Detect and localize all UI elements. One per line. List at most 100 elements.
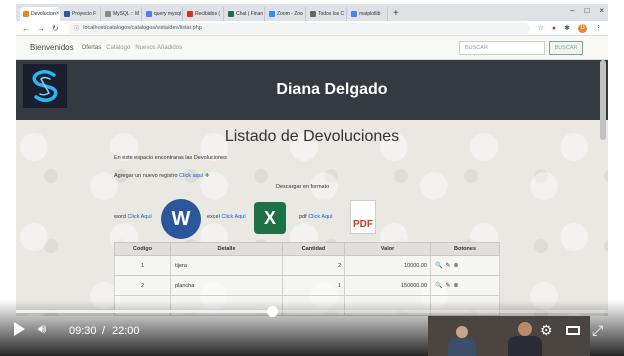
url-text: localhost/catalogos/catalogos/vista/dev/…	[83, 25, 202, 31]
header-botones: Botones	[430, 242, 500, 256]
tab-favicon	[105, 11, 111, 17]
header-valor: Valor	[344, 242, 431, 256]
word-download: word Click Aquí	[114, 214, 152, 220]
nav-nuevos[interactable]: Nuevos Añadidos	[135, 45, 182, 51]
delete-icon[interactable]: ⊗	[454, 283, 459, 289]
close-icon[interactable]: ×	[56, 11, 60, 17]
tab-recibidos[interactable]: Recibidos (	[184, 7, 224, 21]
search-icon[interactable]: 🔍	[435, 283, 442, 289]
table-row: 2 plancha 1 150000.00 🔍 ✎ ⊗	[114, 275, 500, 296]
new-tab-button[interactable]: +	[393, 7, 399, 21]
delete-icon[interactable]: ⊗	[454, 263, 459, 269]
nav-ofertas[interactable]: Ofertas	[82, 45, 102, 51]
tab-chat[interactable]: Chat | Finan	[225, 7, 265, 21]
avatar[interactable]: D	[578, 23, 587, 33]
tab-proyecto[interactable]: Proyecto F	[61, 7, 101, 21]
current-time: 09:30	[69, 325, 97, 337]
header-cantidad: Cantidad	[282, 242, 345, 256]
cell-codigo: 1	[114, 255, 171, 276]
tab-zoom[interactable]: Zoom - Zoo	[266, 7, 306, 21]
person-left-body	[448, 338, 476, 356]
progress-bar[interactable]	[16, 306, 608, 317]
pdf-download: pdf Click Aquí	[299, 214, 333, 220]
tab-mysql[interactable]: MySQL :: M	[102, 7, 142, 21]
plus-icon[interactable]: ✚	[205, 173, 210, 179]
address-bar: ← → ↻ ⓘ localhost/catalogos/catalogos/vis…	[16, 21, 608, 36]
person-right-head	[518, 322, 532, 336]
tab-favicon	[269, 11, 275, 17]
page-scrollbar[interactable]	[600, 60, 606, 140]
excel-label: excel	[207, 214, 220, 220]
header-banner: Diana Delgado	[16, 60, 608, 120]
cell-codigo: 2	[114, 275, 171, 296]
duration: 22:00	[112, 325, 140, 337]
minimize-icon[interactable]: –	[570, 4, 574, 18]
tab-favicon	[23, 11, 29, 17]
excel-download: excel Click Aquí	[207, 214, 246, 220]
url-field[interactable]: ⓘ localhost/catalogos/catalogos/vista/dev…	[67, 22, 530, 34]
cell-detalle: tijera	[170, 255, 283, 276]
settings-gear-icon[interactable]: ⚙	[540, 322, 553, 338]
tab-label: MySQL :: M	[113, 11, 140, 17]
cell-actions: 🔍 ✎ ⊗	[430, 275, 500, 296]
screen: Devolucion × Proyecto F MySQL :: M query …	[0, 0, 624, 356]
word-icon[interactable]: W	[161, 199, 201, 239]
tab-devolucion[interactable]: Devolucion ×	[20, 7, 60, 21]
tab-todos[interactable]: Todos los C	[307, 7, 347, 21]
person-right-body	[508, 336, 542, 356]
tab-label: Recibidos (	[195, 11, 221, 17]
play-button[interactable]	[14, 322, 25, 336]
header-codigo: Codigo	[114, 242, 171, 256]
excel-icon[interactable]: X	[254, 202, 286, 234]
table-row: 1 tijera 2 10000.00 🔍 ✎ ⊗	[114, 255, 500, 276]
tab-favicon	[146, 11, 152, 17]
cell-cantidad: 1	[282, 275, 345, 296]
page-title: Listado de Devoluciones	[224, 128, 400, 145]
add-record-label: Agregar un nuevo registro	[114, 173, 178, 179]
puzzle-icon[interactable]: ✱	[564, 24, 570, 32]
edit-icon[interactable]: ✎	[445, 263, 450, 269]
brand-link[interactable]: Bienvenidos	[30, 43, 74, 52]
header-detalle: Detalle	[170, 242, 283, 256]
cell-actions: 🔍 ✎ ⊗	[430, 255, 500, 276]
intro-text: En este espacio encontraras las Devoluci…	[114, 155, 227, 161]
back-icon[interactable]: ←	[22, 24, 30, 33]
pdf-icon[interactable]: PDF	[350, 200, 376, 234]
edit-icon[interactable]: ✎	[445, 283, 450, 289]
pdf-label: pdf	[299, 214, 307, 220]
download-title: Descargar en formato	[276, 184, 330, 190]
cell-cantidad: 2	[282, 255, 345, 276]
volume-icon[interactable]: 🔊︎	[38, 322, 46, 336]
search-button[interactable]: BUSCAR	[549, 41, 583, 55]
search-input[interactable]: BUSCAR	[459, 41, 545, 55]
fullscreen-icon[interactable]: ⤢	[592, 322, 603, 338]
tab-matplotlib[interactable]: matplotlib	[348, 7, 388, 21]
tab-label: Devolucion	[31, 11, 56, 17]
tab-label: query mysql	[154, 11, 181, 17]
add-record-link[interactable]: Click aquí	[179, 173, 203, 179]
search-icon[interactable]: 🔍	[435, 263, 442, 269]
tab-label: Proyecto F	[72, 11, 97, 17]
close-window-icon[interactable]: ×	[599, 4, 604, 18]
nav-catalogo[interactable]: Catalogo	[106, 45, 130, 51]
maximize-icon[interactable]: □	[584, 4, 589, 18]
cell-detalle: plancha	[170, 275, 283, 296]
tab-label: Zoom - Zoo	[277, 11, 303, 17]
forward-icon[interactable]: →	[37, 24, 45, 33]
menu-icon[interactable]: ⋮	[595, 24, 602, 32]
progress-scrubber[interactable]	[266, 306, 278, 317]
reload-icon[interactable]: ↻	[52, 24, 59, 33]
pdf-download-link[interactable]: Click Aquí	[308, 214, 332, 220]
tab-strip: Devolucion × Proyecto F MySQL :: M query …	[16, 4, 608, 21]
star-icon[interactable]: ☆	[538, 24, 544, 32]
extension-icon[interactable]: ●	[552, 25, 556, 32]
word-label: word	[114, 214, 126, 220]
site-navbar: Bienvenidos Ofertas Catalogo Nuevos Añad…	[16, 36, 608, 60]
tab-query[interactable]: query mysql	[143, 7, 183, 21]
main-content: Listado de Devoluciones En este espacio …	[16, 120, 608, 316]
excel-download-link[interactable]: Click Aquí	[221, 214, 245, 220]
tab-favicon	[228, 11, 234, 17]
tab-favicon	[310, 11, 316, 17]
theater-mode-icon[interactable]	[566, 326, 580, 335]
word-download-link[interactable]: Click Aquí	[127, 214, 151, 220]
